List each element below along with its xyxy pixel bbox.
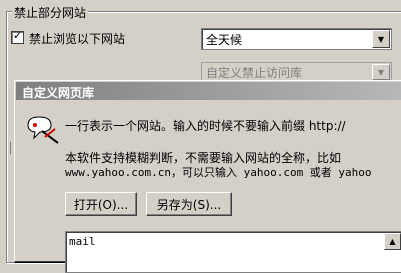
schedule-value: 全天候 [206,33,243,47]
dialog-title: 自定义网页库 [22,86,95,100]
library-combobox: 自定义禁止访问库 ▼ [201,62,392,82]
info-balloon-icon [27,116,59,144]
check-mark-icon: ✓ [13,29,23,42]
dialog-titlebar[interactable]: 自定义网页库 [16,82,401,100]
divider [10,142,11,154]
site-list-textarea[interactable]: mail ▲ [65,231,401,273]
block-sites-checkbox[interactable]: ✓ [11,29,24,44]
library-value: 自定义禁止访问库 [206,66,303,80]
instruction-line-3: www.yahoo.com.cn，可以只输入 yahoo.com 或者 yaho… [65,166,372,179]
group-title: 禁止部分网站 [12,4,89,21]
list-item: mail [69,235,96,248]
scroll-up-icon[interactable]: ▲ [384,233,401,250]
dropdown-arrow-icon[interactable]: ▼ [372,30,390,48]
custom-webpage-library-dialog: 自定义网页库 一行表示一个网站。输入的时候不要输入前缀 http:// 本软件支… [14,80,401,273]
open-button[interactable]: 打开(O)... [65,192,137,216]
block-sites-label[interactable]: 禁止浏览以下网站 [29,30,125,47]
schedule-combobox[interactable]: 全天候 ▼ [201,28,392,50]
instruction-line-1: 一行表示一个网站。输入的时候不要输入前缀 http:// [65,119,346,133]
dropdown-arrow-icon: ▼ [372,64,390,80]
divider [6,124,7,132]
save-as-button[interactable]: 另存为(S)... [146,192,232,216]
